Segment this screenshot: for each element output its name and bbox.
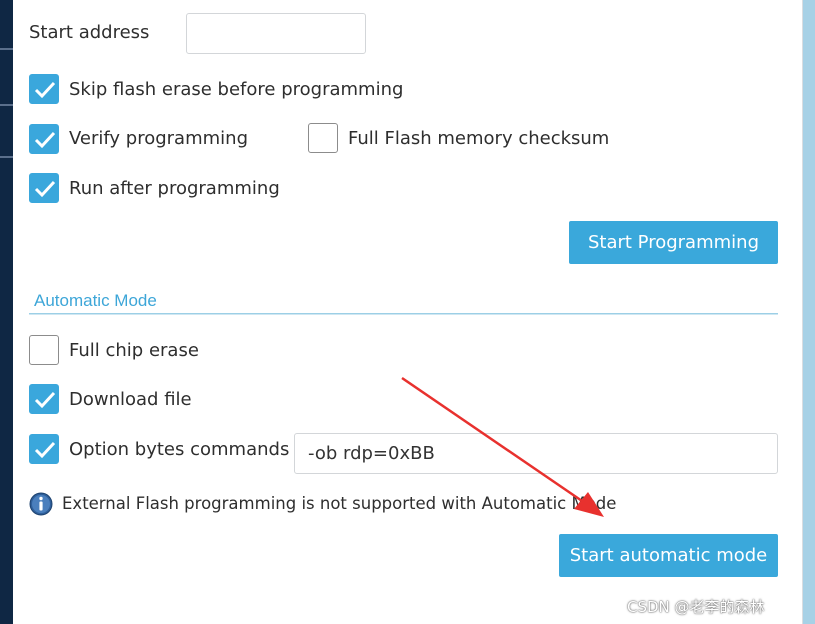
option-bytes-input[interactable]: [294, 433, 778, 474]
start-address-label: Start address: [29, 22, 150, 43]
run-after-programming-checkbox[interactable]: [29, 173, 59, 203]
checkmark-icon: [34, 391, 56, 409]
watermark-text: CSDN @老李的森林: [627, 598, 765, 616]
skip-flash-erase-checkbox[interactable]: [29, 74, 59, 104]
section-divider: [29, 313, 778, 315]
full-chip-erase-label: Full chip erase: [69, 340, 199, 361]
automatic-mode-title: Automatic Mode: [34, 291, 157, 310]
sidebar-divider: [0, 104, 13, 106]
left-sidebar-strip: [0, 0, 13, 624]
info-icon: [29, 492, 53, 516]
verify-programming-checkbox[interactable]: [29, 124, 59, 154]
full-flash-checksum-label: Full Flash memory checksum: [348, 128, 610, 149]
option-bytes-label: Option bytes commands: [69, 439, 290, 460]
option-bytes-checkbox[interactable]: [29, 434, 59, 464]
sidebar-divider: [0, 156, 13, 158]
checkmark-icon: [34, 131, 56, 149]
checkmark-icon: [34, 441, 56, 459]
skip-flash-erase-label: Skip flash erase before programming: [69, 79, 404, 100]
run-after-programming-label: Run after programming: [69, 178, 280, 199]
start-programming-button[interactable]: Start Programming: [569, 221, 778, 264]
download-file-label: Download file: [69, 389, 192, 410]
sidebar-divider: [0, 48, 13, 50]
info-message: External Flash programming is not suppor…: [62, 494, 617, 513]
download-file-checkbox[interactable]: [29, 384, 59, 414]
checkmark-icon: [34, 180, 56, 198]
start-address-input[interactable]: [186, 13, 366, 54]
vertical-scrollbar[interactable]: [802, 0, 815, 624]
full-chip-erase-checkbox[interactable]: [29, 335, 59, 365]
start-automatic-mode-button[interactable]: Start automatic mode: [559, 534, 778, 577]
verify-programming-label: Verify programming: [69, 128, 248, 149]
erasing-programming-panel: Start address Skip flash erase before pr…: [13, 0, 803, 624]
checkmark-icon: [34, 81, 56, 99]
full-flash-checksum-checkbox[interactable]: [308, 123, 338, 153]
